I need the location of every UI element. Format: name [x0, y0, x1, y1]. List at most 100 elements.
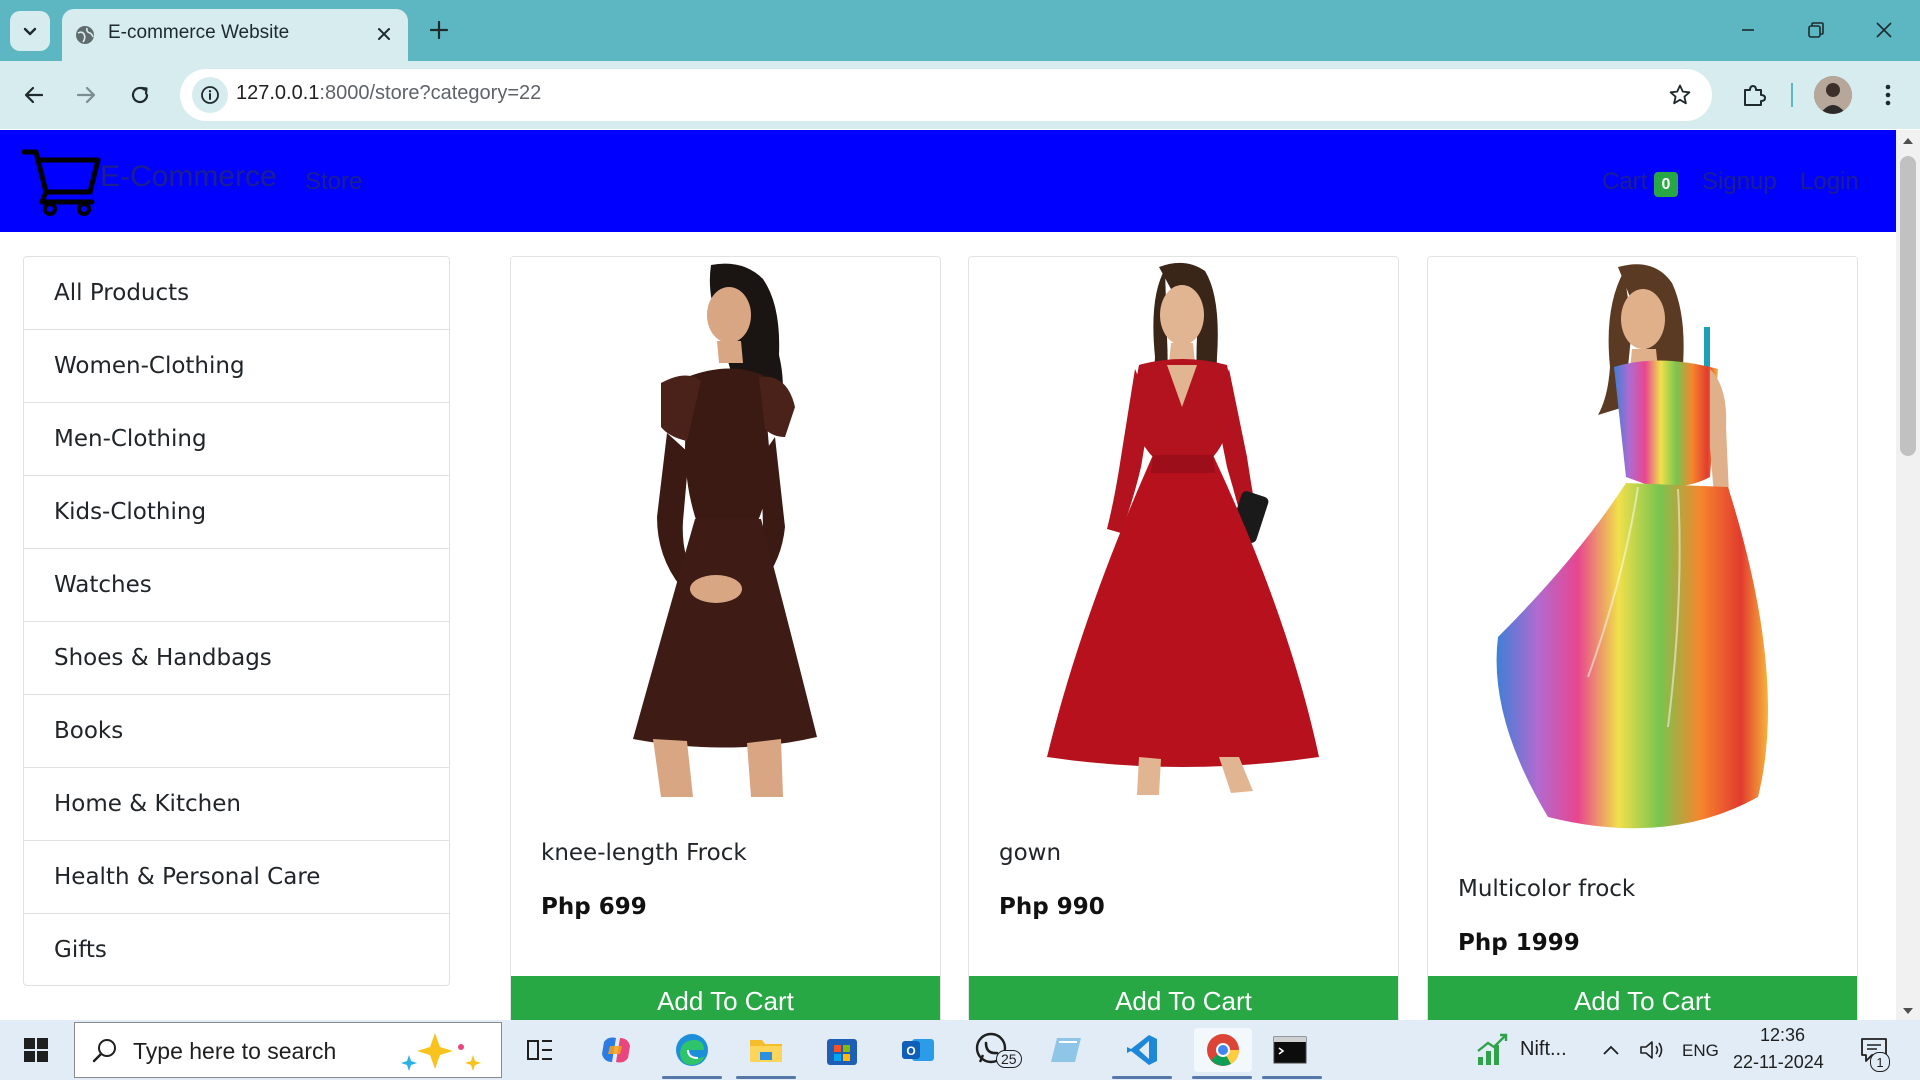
windows-logo-icon	[24, 1038, 48, 1062]
notes-taskbar-button[interactable]	[1044, 1028, 1088, 1072]
edge-active-indicator	[662, 1076, 722, 1079]
kebab-menu-icon	[1885, 84, 1891, 106]
reload-button[interactable]	[120, 75, 160, 115]
site-navbar: E-Commerce Store Cart 0 Signup Login	[0, 130, 1896, 232]
scroll-up-icon[interactable]	[1902, 136, 1914, 146]
price-amount: 699	[598, 894, 647, 920]
price-currency: Php	[999, 894, 1049, 920]
puzzle-icon	[1744, 85, 1766, 106]
outlook-taskbar-button[interactable]: O	[896, 1028, 940, 1072]
add-to-cart-button[interactable]: Add To Cart	[1428, 976, 1857, 1020]
category-item-women-clothing[interactable]: Women-Clothing	[23, 329, 450, 402]
product-name[interactable]: gown	[999, 840, 1061, 866]
avatar-icon	[1814, 76, 1852, 114]
toolbar-divider	[1791, 83, 1793, 107]
language-indicator[interactable]: ENG	[1682, 1041, 1719, 1061]
globe-icon	[76, 26, 94, 44]
stock-chart-icon	[1477, 1033, 1508, 1065]
stock-widget[interactable]	[1470, 1028, 1514, 1072]
new-tab-button[interactable]	[424, 15, 454, 45]
chrome-icon	[1207, 1034, 1240, 1066]
tab-title: E-commerce Website	[108, 22, 290, 43]
close-window-button[interactable]	[1864, 12, 1904, 48]
terminal-taskbar-button[interactable]	[1268, 1028, 1312, 1072]
copilot-taskbar-button[interactable]	[594, 1028, 638, 1072]
speaker-icon	[1640, 1041, 1663, 1059]
bookmark-button[interactable]	[1666, 81, 1694, 109]
close-icon	[378, 28, 390, 40]
product-image[interactable]	[511, 257, 940, 797]
file-explorer-taskbar-button[interactable]	[744, 1028, 788, 1072]
minimize-icon	[1742, 29, 1754, 31]
clock-date[interactable]: 22-11-2024	[1733, 1052, 1824, 1073]
category-item-watches[interactable]: Watches	[23, 548, 450, 621]
extensions-button[interactable]	[1734, 75, 1774, 115]
category-item-home-kitchen[interactable]: Home & Kitchen	[23, 767, 450, 840]
shopping-cart-icon[interactable]	[22, 146, 102, 216]
product-card: Multicolor frock Php 1999 Add To Cart	[1427, 256, 1858, 1020]
brand-name[interactable]: E-Commerce	[100, 160, 277, 194]
page-scrollbar[interactable]	[1896, 130, 1920, 1020]
category-item-men-clothing[interactable]: Men-Clothing	[23, 402, 450, 475]
plus-icon	[429, 20, 449, 40]
web-page: E-Commerce Store Cart 0 Signup Login All…	[0, 130, 1896, 1020]
browser-tab-active[interactable]: E-commerce Website	[62, 9, 408, 61]
restore-button[interactable]	[1796, 12, 1836, 48]
scroll-down-icon[interactable]	[1902, 1006, 1914, 1016]
category-item-gifts[interactable]: Gifts	[23, 913, 450, 986]
minimize-button[interactable]	[1728, 12, 1768, 48]
back-button[interactable]	[14, 75, 54, 115]
price-amount: 990	[1056, 894, 1105, 920]
sparkle-icon	[401, 1033, 481, 1071]
svg-text:O: O	[906, 1044, 915, 1058]
edge-icon	[676, 1034, 708, 1066]
store-taskbar-button[interactable]	[820, 1028, 864, 1072]
nav-link-store[interactable]: Store	[305, 168, 362, 196]
profile-avatar[interactable]	[1814, 76, 1852, 114]
scrollbar-thumb[interactable]	[1900, 156, 1916, 456]
chrome-taskbar-button[interactable]	[1194, 1028, 1252, 1072]
restore-icon	[1808, 22, 1824, 38]
category-item-all-products[interactable]: All Products	[23, 256, 450, 329]
vscode-icon	[1127, 1035, 1157, 1065]
product-image[interactable]	[1428, 257, 1857, 837]
task-view-button[interactable]	[518, 1028, 562, 1072]
cart-count-badge[interactable]: 0	[1654, 172, 1678, 197]
address-bar[interactable]: 127.0.0.1:8000/store?category=22	[180, 69, 1712, 121]
product-image[interactable]	[969, 257, 1398, 797]
stock-widget-label[interactable]: Nift...	[1520, 1038, 1567, 1061]
vscode-taskbar-button[interactable]	[1120, 1028, 1164, 1072]
close-icon	[1876, 22, 1892, 38]
chrome-active-indicator	[1192, 1076, 1252, 1079]
tab-search-button[interactable]	[10, 11, 50, 51]
chevron-up-icon	[1603, 1045, 1619, 1055]
nav-link-signup[interactable]: Signup	[1702, 168, 1777, 196]
product-name[interactable]: Multicolor frock	[1458, 876, 1635, 902]
product-card: knee-length Frock Php 699 Add To Cart	[510, 256, 941, 1020]
site-info-button[interactable]	[192, 77, 228, 113]
category-item-books[interactable]: Books	[23, 694, 450, 767]
url-path: :8000/store?category=22	[319, 82, 542, 104]
category-item-health-personal-care[interactable]: Health & Personal Care	[23, 840, 450, 913]
explorer-active-indicator	[736, 1076, 796, 1079]
category-item-shoes-handbags[interactable]: Shoes & Handbags	[23, 621, 450, 694]
volume-button[interactable]	[1632, 1028, 1672, 1072]
nav-link-login[interactable]: Login	[1800, 168, 1859, 196]
price-currency: Php	[541, 894, 591, 920]
product-name[interactable]: knee-length Frock	[541, 840, 747, 866]
forward-button[interactable]	[66, 75, 106, 115]
add-to-cart-button[interactable]: Add To Cart	[511, 976, 940, 1020]
show-hidden-icons-button[interactable]	[1596, 1028, 1626, 1072]
product-price: Php 990	[999, 894, 1105, 920]
tab-close-button[interactable]	[372, 22, 396, 46]
url-text[interactable]: 127.0.0.1:8000/store?category=22	[236, 82, 541, 105]
browser-tabstrip: E-commerce Website	[0, 0, 1920, 61]
add-to-cart-button[interactable]: Add To Cart	[969, 976, 1398, 1020]
category-item-kids-clothing[interactable]: Kids-Clothing	[23, 475, 450, 548]
taskbar-search-box[interactable]: Type here to search	[74, 1022, 502, 1078]
clock-time[interactable]: 12:36	[1760, 1025, 1805, 1046]
nav-link-cart[interactable]: Cart	[1602, 168, 1647, 196]
chrome-menu-button[interactable]	[1868, 75, 1908, 115]
edge-taskbar-button[interactable]	[670, 1028, 714, 1072]
start-button[interactable]	[14, 1028, 58, 1072]
